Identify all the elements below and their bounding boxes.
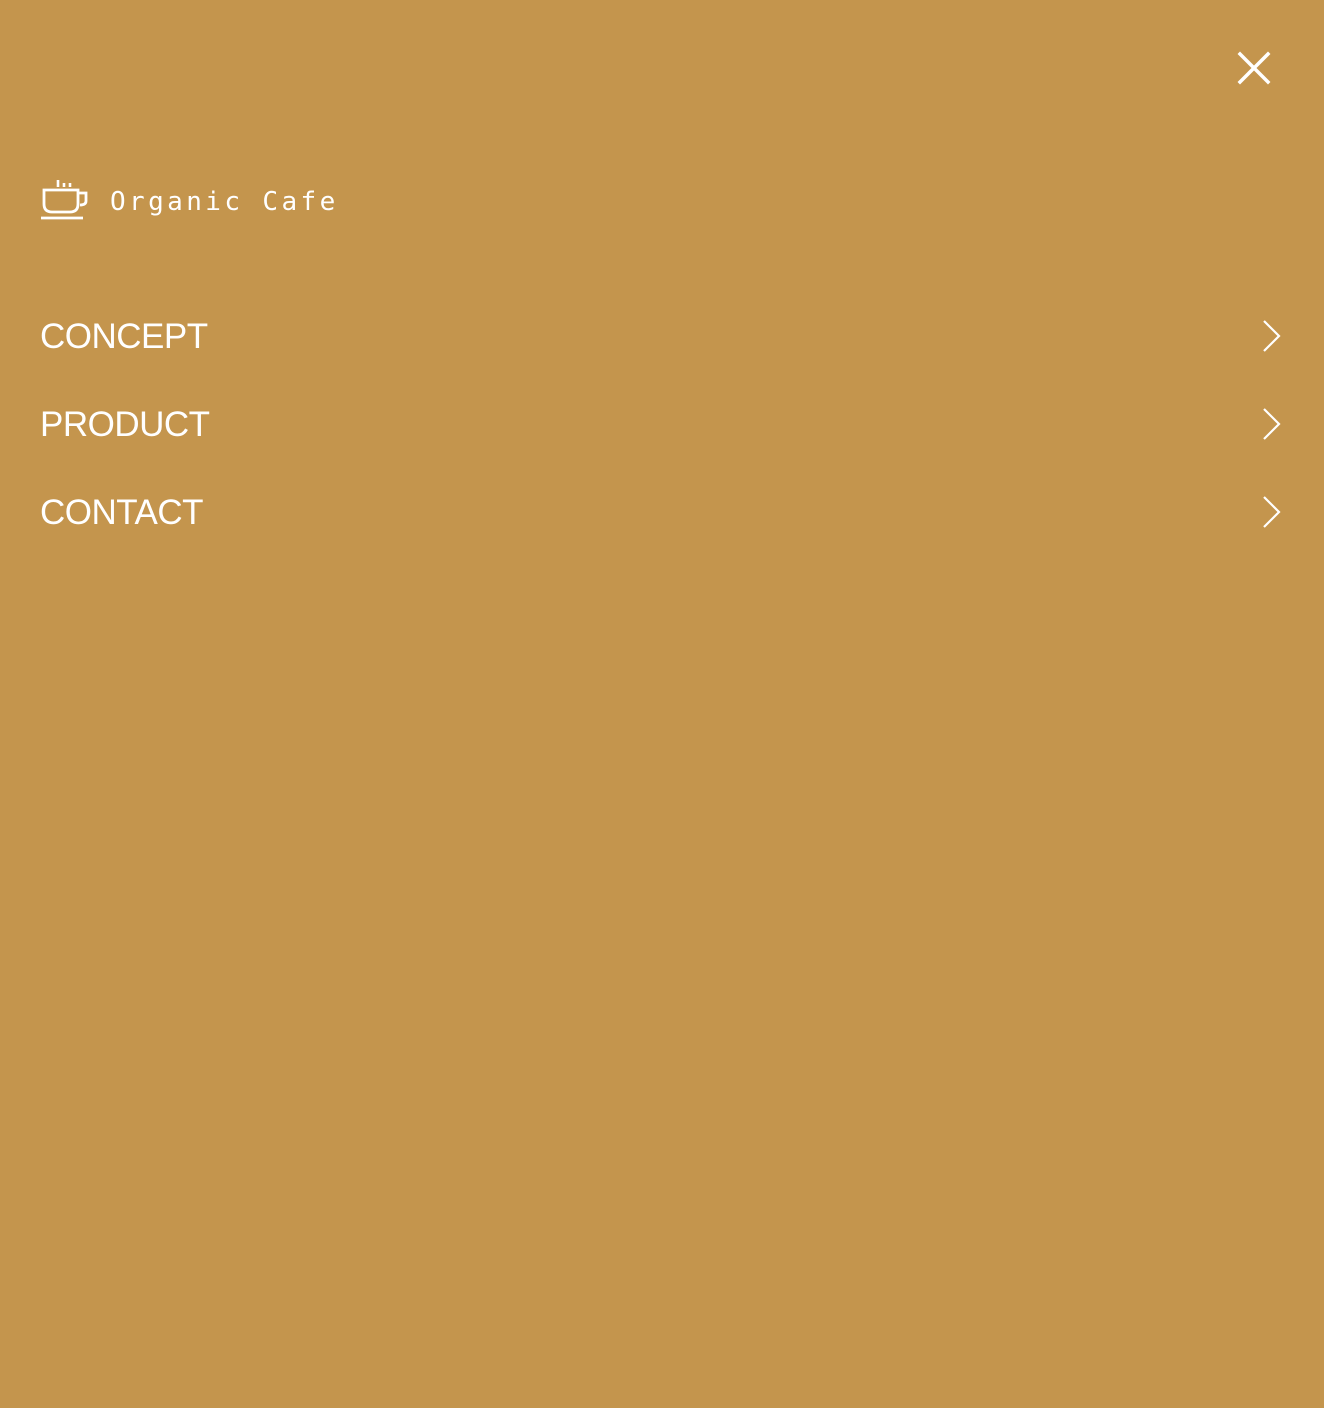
nav-item-label: PRODUCT	[40, 404, 210, 444]
nav-item-contact[interactable]: CONTACT	[40, 468, 1284, 556]
nav-item-concept[interactable]: CONCEPT	[40, 292, 1284, 380]
coffee-cup-icon	[40, 178, 90, 222]
brand-name: Organic Cafe	[110, 187, 339, 217]
nav-item-label: CONTACT	[40, 492, 204, 532]
close-button[interactable]	[1234, 48, 1274, 88]
nav-item-product[interactable]: PRODUCT	[40, 380, 1284, 468]
brand-logo[interactable]: Organic Cafe	[40, 176, 339, 224]
chevron-right-icon	[1260, 407, 1284, 441]
nav-menu: CONCEPT PRODUCT CONTACT	[40, 292, 1284, 556]
close-icon	[1237, 51, 1271, 85]
chevron-right-icon	[1260, 319, 1284, 353]
nav-item-label: CONCEPT	[40, 316, 208, 356]
chevron-right-icon	[1260, 495, 1284, 529]
